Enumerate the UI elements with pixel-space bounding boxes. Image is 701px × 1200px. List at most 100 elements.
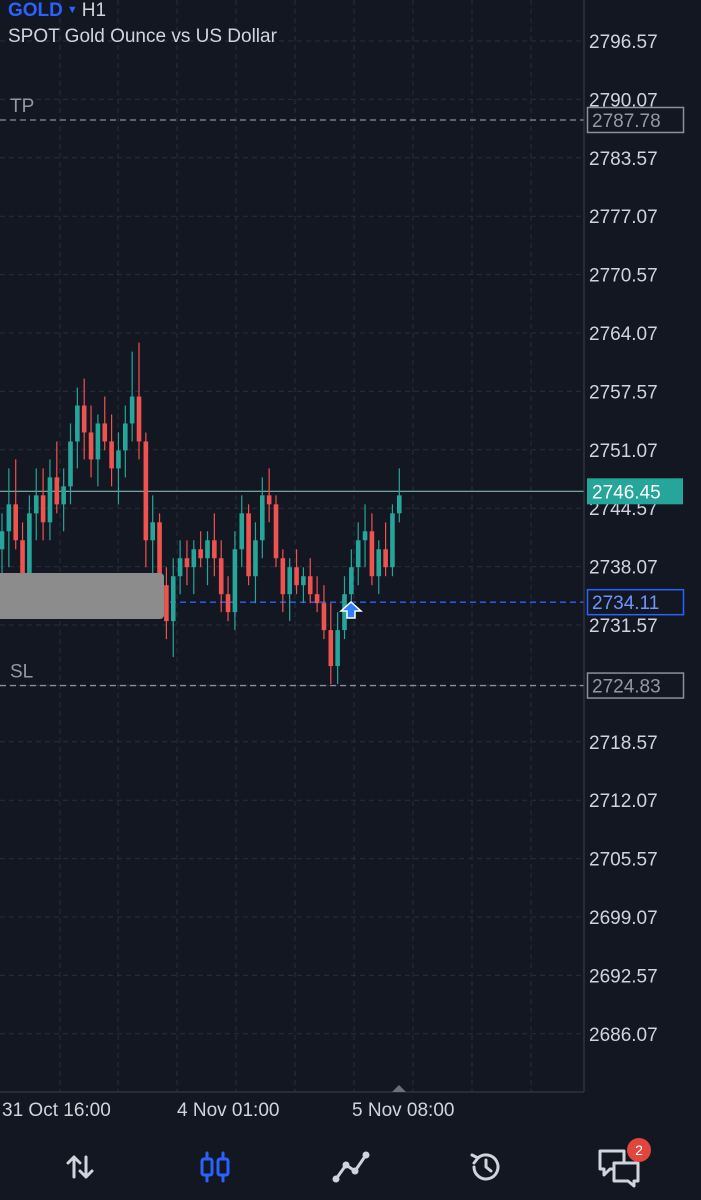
candle-body bbox=[61, 486, 66, 505]
candle bbox=[6, 468, 12, 568]
candle-body bbox=[349, 567, 354, 595]
candlestick-icon bbox=[200, 1151, 230, 1182]
candle-body bbox=[307, 576, 313, 595]
candle bbox=[239, 495, 245, 568]
candle bbox=[225, 576, 231, 622]
candle bbox=[287, 558, 292, 622]
symbol-header[interactable]: GOLD ▼ H1 bbox=[8, 0, 106, 22]
candle-body bbox=[68, 441, 73, 487]
history-icon bbox=[470, 1152, 500, 1180]
price-axis-label: 2751.07 bbox=[589, 441, 658, 462]
candle-body bbox=[260, 495, 265, 541]
candle-body bbox=[301, 576, 306, 586]
symbol-name[interactable]: GOLD bbox=[8, 0, 63, 21]
SL-level-label: SL bbox=[10, 662, 33, 683]
position-overlay-panel bbox=[0, 573, 164, 619]
candle-body bbox=[164, 585, 169, 622]
candle bbox=[314, 576, 320, 613]
candle-body bbox=[362, 531, 368, 541]
candle-body bbox=[212, 540, 217, 559]
chart-area[interactable]: TPSL 2796.572790.072783.572777.072770.57… bbox=[0, 0, 701, 1133]
candle-body bbox=[88, 432, 94, 460]
candle bbox=[321, 585, 327, 640]
candle-body bbox=[355, 540, 361, 568]
symbol-dropdown-icon[interactable]: ▼ bbox=[67, 4, 78, 16]
candle-body bbox=[47, 477, 53, 523]
candle bbox=[164, 567, 169, 640]
candle-body bbox=[280, 558, 286, 595]
bottom-navigation: 2 bbox=[0, 1133, 701, 1200]
candle-body bbox=[314, 594, 320, 604]
candle bbox=[307, 558, 313, 604]
candle-body bbox=[253, 540, 258, 577]
candle bbox=[362, 504, 368, 568]
candle-body bbox=[218, 558, 224, 595]
candle-body bbox=[397, 495, 402, 514]
candle-body bbox=[102, 423, 108, 442]
candle-body bbox=[0, 531, 5, 550]
candle bbox=[129, 351, 135, 442]
candle bbox=[301, 567, 306, 604]
SL-price-label: 2724.83 bbox=[592, 677, 661, 698]
candle bbox=[123, 405, 128, 478]
candle-body bbox=[40, 495, 46, 523]
candle-body bbox=[342, 594, 347, 631]
candle-body bbox=[321, 603, 327, 631]
candle-body bbox=[136, 396, 142, 442]
candle bbox=[177, 540, 183, 595]
nav-trade-button[interactable] bbox=[316, 1133, 386, 1200]
candle-body bbox=[205, 540, 210, 559]
timeframe-label[interactable]: H1 bbox=[82, 0, 106, 21]
candle bbox=[355, 522, 361, 586]
candle-body bbox=[109, 441, 114, 469]
candle bbox=[390, 504, 395, 577]
candle-body bbox=[225, 594, 231, 613]
candle bbox=[198, 531, 203, 568]
candle bbox=[232, 531, 238, 631]
candle bbox=[170, 558, 176, 658]
nav-history-button[interactable] bbox=[451, 1133, 521, 1200]
candle-body bbox=[116, 450, 121, 469]
candle bbox=[40, 468, 46, 541]
candle bbox=[47, 459, 53, 541]
entry-price-label: 2734.11 bbox=[592, 593, 659, 614]
candle-body bbox=[369, 531, 375, 577]
candle-body bbox=[177, 558, 183, 577]
candle bbox=[397, 468, 402, 523]
candle bbox=[335, 612, 340, 685]
candle bbox=[218, 540, 224, 613]
price-axis-label: 2731.57 bbox=[589, 616, 658, 637]
candle-body bbox=[239, 513, 245, 550]
current-price-label: 2746.45 bbox=[592, 482, 661, 503]
price-axis-label: 2699.07 bbox=[589, 908, 658, 929]
time-axis-label: 4 Nov 01:00 bbox=[177, 1100, 279, 1121]
candle bbox=[61, 468, 66, 532]
TP-price-label: 2787.78 bbox=[592, 111, 661, 132]
candle-body bbox=[6, 504, 12, 532]
candle bbox=[328, 603, 334, 685]
candle bbox=[253, 522, 258, 604]
candle-body bbox=[150, 522, 155, 541]
candle-body bbox=[376, 549, 382, 577]
candle-body bbox=[266, 495, 272, 505]
candle-body bbox=[95, 423, 101, 460]
candle bbox=[143, 432, 149, 568]
nav-quotes-button[interactable] bbox=[45, 1133, 115, 1200]
candle bbox=[54, 441, 60, 514]
candle-body bbox=[27, 513, 32, 577]
candle-body bbox=[198, 549, 203, 559]
nav-messages-button[interactable]: 2 bbox=[585, 1133, 655, 1200]
candle-body bbox=[335, 630, 340, 667]
candle bbox=[273, 495, 279, 568]
price-axis-label: 2757.57 bbox=[589, 382, 658, 403]
candle-body bbox=[129, 396, 135, 424]
candle bbox=[102, 396, 108, 451]
candle bbox=[266, 468, 272, 523]
candle bbox=[68, 423, 73, 505]
TP-level-label: TP bbox=[10, 96, 34, 117]
scroll-marker-icon[interactable] bbox=[392, 1085, 406, 1092]
candle-body bbox=[54, 477, 60, 505]
candle bbox=[376, 540, 382, 595]
nav-chart-button[interactable] bbox=[180, 1133, 250, 1200]
time-axis-label: 5 Nov 08:00 bbox=[352, 1100, 454, 1121]
